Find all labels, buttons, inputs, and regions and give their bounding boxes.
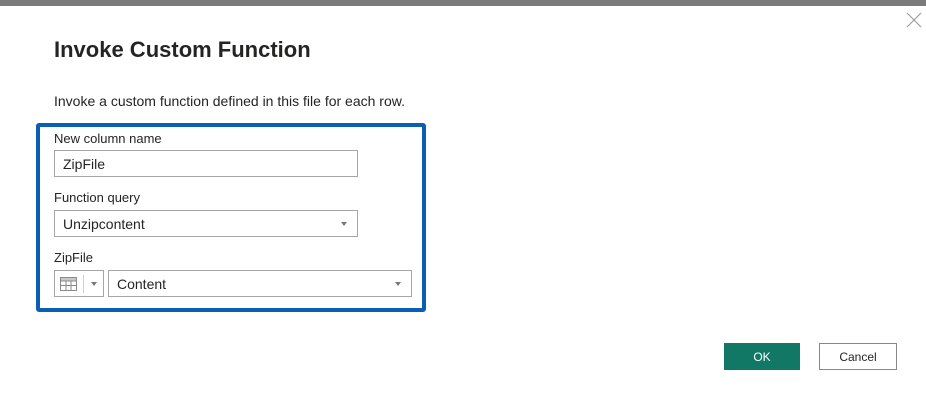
new-column-name-label: New column name: [54, 131, 162, 146]
close-icon[interactable]: [905, 11, 923, 29]
table-icon: [60, 277, 77, 291]
zipfile-label: ZipFile: [54, 250, 94, 265]
zipfile-column-value: Content: [117, 276, 167, 292]
ok-button[interactable]: OK: [724, 343, 800, 370]
dialog-top-bar: [0, 0, 926, 6]
function-query-value: Unzipcontent: [63, 216, 145, 232]
dialog-title: Invoke Custom Function: [54, 37, 311, 62]
new-column-name-input[interactable]: [54, 150, 358, 177]
cancel-button[interactable]: Cancel: [819, 343, 897, 370]
function-query-label: Function query: [54, 190, 140, 205]
zipfile-type-picker[interactable]: [54, 270, 104, 297]
zipfile-column-dropdown[interactable]: Content: [108, 270, 412, 297]
chevron-down-icon: [395, 282, 401, 286]
function-query-dropdown[interactable]: Unzipcontent: [54, 210, 358, 237]
dialog-description: Invoke a custom function defined in this…: [54, 93, 405, 109]
chevron-down-icon: [91, 282, 97, 286]
chevron-down-icon: [341, 222, 347, 226]
picker-separator: [83, 275, 84, 293]
